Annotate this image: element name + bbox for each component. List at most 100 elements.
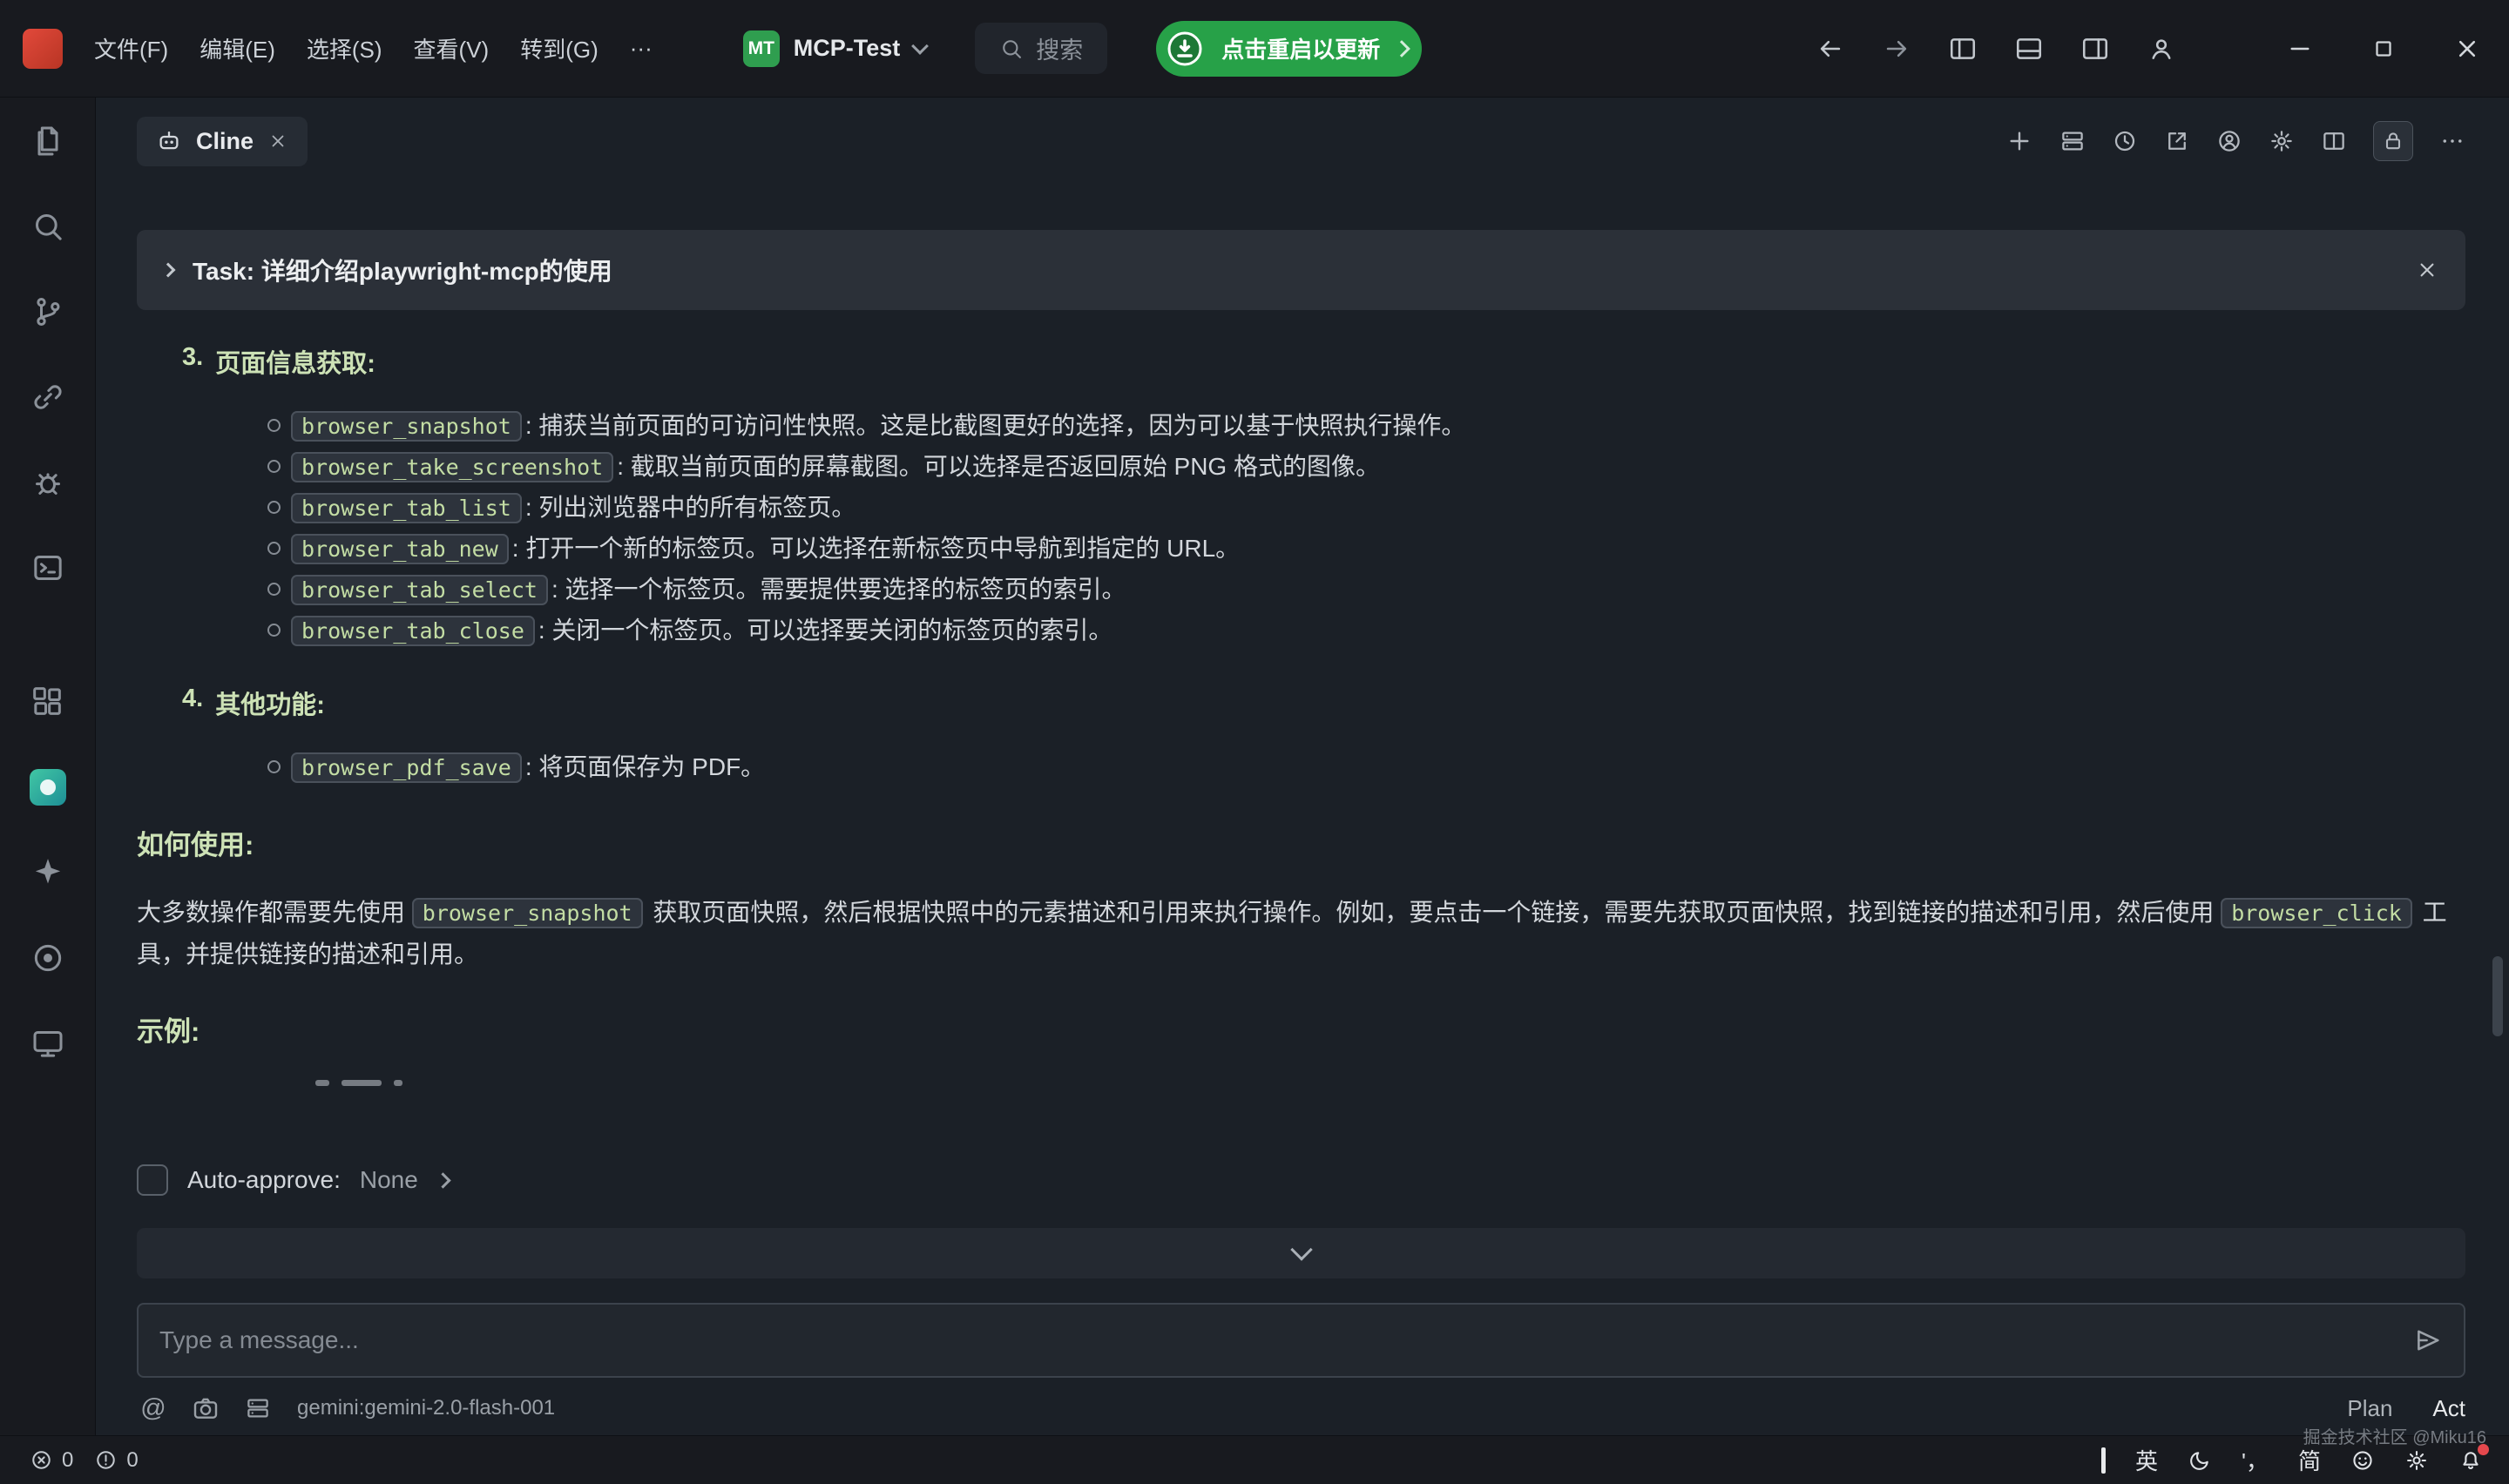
terminal-extension-icon[interactable] — [27, 547, 69, 589]
heading-number: 4. — [182, 685, 203, 721]
code-chip: browser_snapshot — [291, 411, 522, 442]
composer-footer: @ gemini:gemini-2.0-flash-001 Plan Act — [137, 1392, 2465, 1425]
paragraph-text: 大多数操作都需要先使用 — [137, 899, 412, 926]
chevron-right-icon[interactable] — [435, 1172, 450, 1188]
window-controls — [2258, 0, 2509, 98]
menu-edit[interactable]: 编辑(E) — [184, 0, 291, 97]
server-rack-icon[interactable] — [241, 1392, 274, 1425]
extensions-icon[interactable] — [27, 681, 69, 723]
tool-desc: : 截取当前页面的屏幕截图。可以选择是否返回原始 PNG 格式的图像。 — [617, 453, 1380, 480]
remote-explorer-icon[interactable] — [27, 1022, 69, 1064]
menu-view[interactable]: 查看(V) — [398, 0, 505, 97]
mention-icon[interactable]: @ — [137, 1392, 170, 1425]
example-heading: 示例: — [137, 1009, 2457, 1049]
code-chip: browser_tab_close — [291, 616, 535, 646]
chat-scrollbar[interactable] — [2492, 956, 2503, 1036]
act-mode-button[interactable]: Act — [2432, 1395, 2465, 1422]
code-chip: browser_tab_list — [291, 493, 522, 523]
mcp-servers-icon[interactable] — [2059, 128, 2086, 154]
menu-selection[interactable]: 选择(S) — [291, 0, 398, 97]
menu-file[interactable]: 文件(F) — [78, 0, 184, 97]
auto-approve-label: Auto-approve: — [187, 1166, 341, 1194]
ime-charset-toggle[interactable]: 简 — [2298, 1444, 2321, 1476]
moon-icon[interactable] — [2188, 1448, 2212, 1473]
search-icon[interactable] — [27, 206, 69, 247]
send-icon[interactable] — [2413, 1325, 2443, 1355]
warning-count: 0 — [126, 1448, 138, 1473]
text-cursor-icon — [2101, 1447, 2106, 1474]
task-close-icon[interactable] — [2415, 258, 2439, 282]
colored-extension-icon[interactable] — [27, 766, 69, 808]
notification-bell-icon[interactable] — [2458, 1448, 2483, 1473]
model-label[interactable]: gemini:gemini-2.0-flash-001 — [297, 1396, 555, 1420]
tool-desc: : 打开一个新的标签页。可以选择在新标签页中导航到指定的 URL。 — [512, 535, 1240, 562]
message-input-row — [137, 1303, 2465, 1378]
new-task-plus-icon[interactable] — [2005, 127, 2033, 155]
download-icon — [1164, 28, 1206, 70]
auto-approve-checkbox[interactable] — [137, 1164, 168, 1196]
search-placeholder: 搜索 — [1036, 31, 1083, 65]
round-extension-icon[interactable] — [27, 937, 69, 979]
maximize-button[interactable] — [2342, 0, 2425, 98]
tab-cline[interactable]: Cline — [137, 117, 308, 166]
update-button-label: 点击重启以更新 — [1221, 32, 1380, 64]
global-search[interactable]: 搜索 — [975, 23, 1107, 74]
menu-goto[interactable]: 转到(G) — [504, 0, 614, 97]
ime-toolbar: 掘金技术社区 @Miku16 英 '， 简 — [2101, 1444, 2490, 1476]
minimize-button[interactable] — [2258, 0, 2342, 98]
explorer-icon[interactable] — [27, 120, 69, 162]
source-control-icon[interactable] — [27, 291, 69, 333]
message-input[interactable] — [159, 1326, 2413, 1354]
forward-arrow-icon[interactable] — [1882, 34, 1911, 64]
account-icon[interactable] — [2147, 34, 2176, 64]
more-actions-icon[interactable] — [2439, 128, 2465, 154]
problems-indicator[interactable]: 0 0 — [30, 1448, 151, 1473]
emoji-icon[interactable] — [2350, 1448, 2375, 1473]
plan-mode-button[interactable]: Plan — [2347, 1395, 2392, 1422]
activity-bar — [0, 98, 96, 1435]
task-header[interactable]: Task: 详细介绍playwright-mcp的使用 — [137, 230, 2465, 310]
settings-gear-icon[interactable] — [2269, 128, 2295, 154]
workspace-switcher[interactable]: MT MCP-Test — [743, 30, 927, 67]
sparkle-icon[interactable] — [27, 852, 69, 894]
tool-desc: : 将页面保存为 PDF。 — [525, 753, 765, 780]
ime-language-toggle[interactable]: 英 — [2135, 1444, 2158, 1476]
tab-bar: Cline — [97, 98, 2509, 185]
tab-close-icon[interactable] — [267, 131, 288, 152]
error-icon — [30, 1448, 53, 1472]
task-label: Task: — [193, 258, 254, 285]
code-chip: browser_pdf_save — [291, 752, 522, 783]
titlebar-center: MT MCP-Test 搜索 点击重启以更新 — [743, 21, 1423, 77]
tool-desc: : 关闭一个标签页。可以选择要关闭的标签页的索引。 — [538, 617, 1113, 644]
heading-number: 3. — [182, 343, 203, 380]
tool-list: browser_pdf_save: 将页面保存为 PDF。 — [137, 747, 2457, 788]
split-editor-icon[interactable] — [2321, 128, 2347, 154]
back-arrow-icon[interactable] — [1816, 34, 1845, 64]
heading-text: 页面信息获取: — [215, 343, 375, 380]
app-logo-icon — [23, 29, 63, 69]
debug-bug-icon[interactable] — [27, 462, 69, 503]
ime-punctuation-toggle[interactable]: '， — [2242, 1444, 2269, 1476]
section-heading-3: 3. 页面信息获取: — [137, 343, 2457, 380]
auto-approve-value: None — [360, 1166, 418, 1194]
lock-icon[interactable] — [2373, 121, 2413, 161]
layout-panel-icon[interactable] — [2014, 34, 2044, 64]
account-circle-icon[interactable] — [2216, 128, 2242, 154]
code-chip: browser_click — [2221, 898, 2412, 928]
history-icon[interactable] — [2112, 128, 2138, 154]
expand-collapse-bar[interactable] — [137, 1228, 2465, 1278]
error-count: 0 — [62, 1448, 73, 1473]
menu-more[interactable]: ··· — [614, 0, 668, 97]
task-expand-chevron-icon[interactable] — [161, 263, 176, 278]
close-button[interactable] — [2425, 0, 2509, 98]
ime-settings-gear-icon[interactable] — [2404, 1448, 2429, 1473]
layout-sidebar-left-icon[interactable] — [1948, 34, 1978, 64]
remote-link-icon[interactable] — [27, 376, 69, 418]
open-external-icon[interactable] — [2164, 128, 2190, 154]
layout-sidebar-right-icon[interactable] — [2080, 34, 2110, 64]
restart-to-update-button[interactable]: 点击重启以更新 — [1156, 21, 1422, 77]
camera-icon[interactable] — [189, 1392, 222, 1425]
chevron-right-icon — [1393, 40, 1410, 57]
tool-desc: : 列出浏览器中的所有标签页。 — [525, 494, 856, 521]
clipped-content-fragment — [315, 1080, 2457, 1093]
